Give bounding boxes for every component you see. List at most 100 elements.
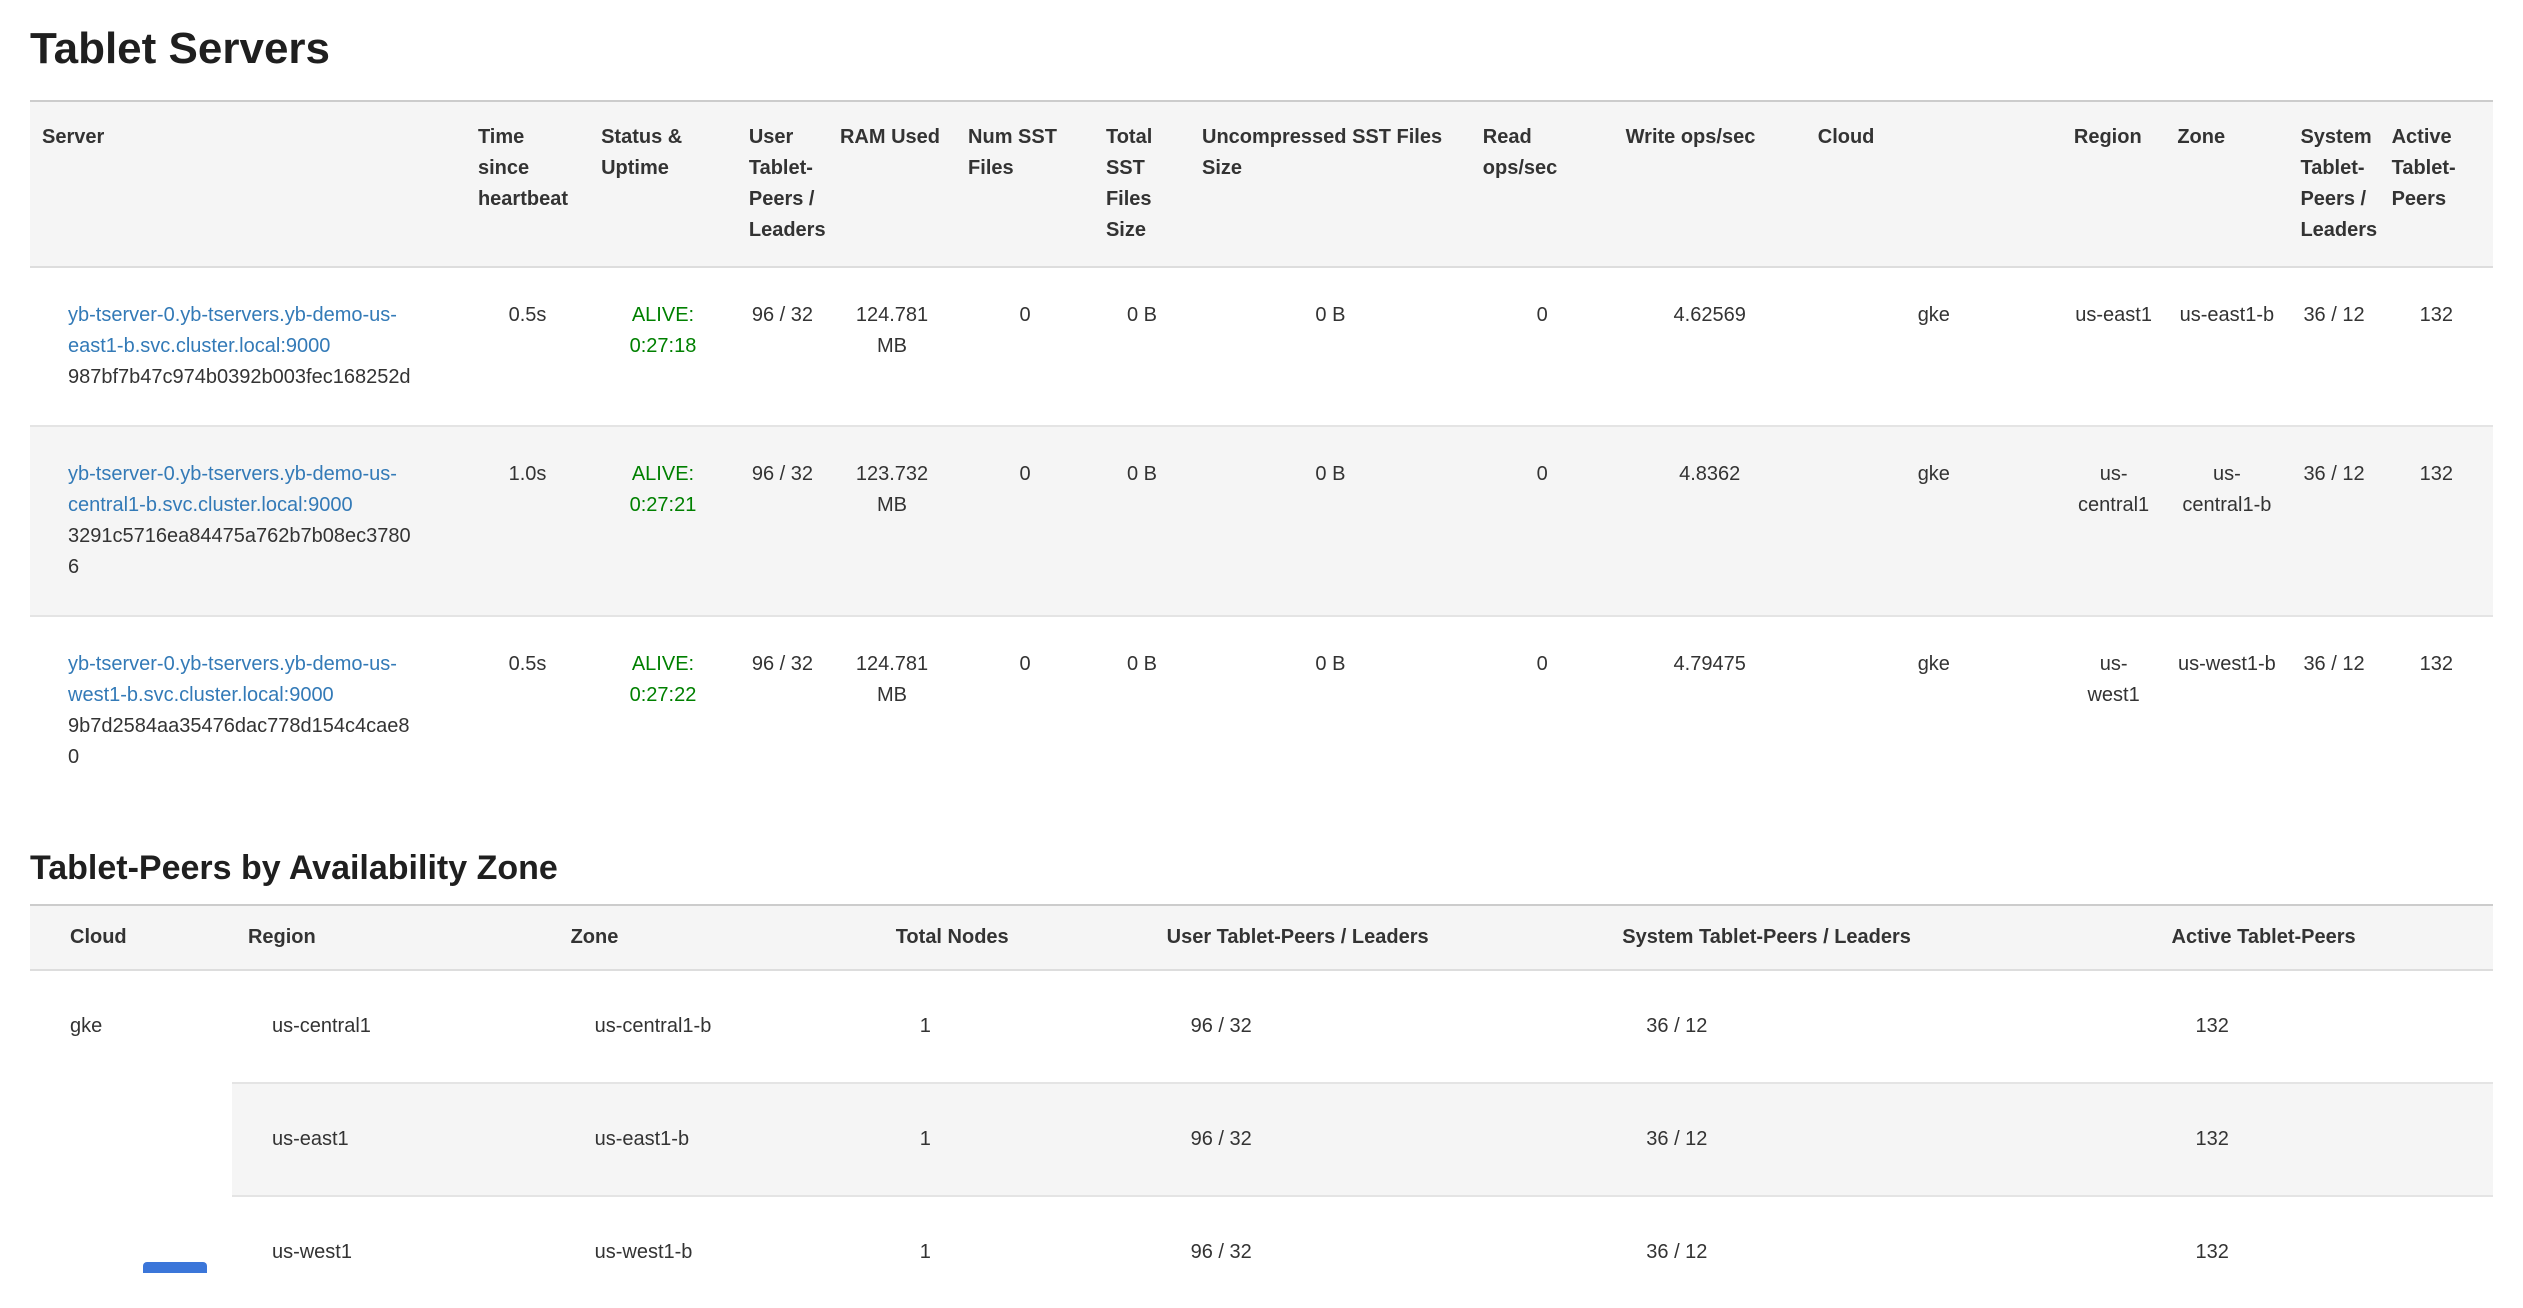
column-header-time-since-heartbeat: Time since heartbeat (466, 101, 589, 267)
total-sst-size-cell: 0 B (1094, 616, 1190, 805)
column-header-user-tablet-peers: User Tablet-Peers / Leaders (737, 101, 828, 267)
tablet-servers-table: Server Time since heartbeat Status & Upt… (30, 100, 2493, 805)
zone-cell: us-west1-b (2165, 616, 2288, 805)
status-cell: ALIVE: 0:27:18 (589, 267, 737, 426)
active-tablet-peers-cell: 132 (2156, 970, 2493, 1083)
active-tablet-peers-cell: 132 (2380, 267, 2493, 426)
num-sst-files-cell: 0 (956, 616, 1094, 805)
total-sst-size-cell: 0 B (1094, 426, 1190, 616)
server-cell: yb-tserver-0.yb-tservers.yb-demo-us-cent… (30, 426, 466, 616)
user-tablet-peers-cell: 96 / 32 (1151, 1083, 1607, 1196)
column-header-cloud: Cloud (1806, 101, 2062, 267)
az-section-title: Tablet-Peers by Availability Zone (30, 849, 2493, 888)
num-sst-files-cell: 0 (956, 267, 1094, 426)
uncompressed-sst-size-cell: 0 B (1190, 616, 1471, 805)
zone-cell: us-east1-b (555, 1083, 880, 1196)
user-tablet-peers-cell: 96 / 32 (737, 426, 828, 616)
partial-blue-element[interactable] (143, 1262, 207, 1273)
heartbeat-cell: 0.5s (466, 267, 589, 426)
column-header-system-tablet-peers: System Tablet-Peers / Leaders (2288, 101, 2379, 267)
system-tablet-peers-cell: 36 / 12 (1606, 1196, 2155, 1308)
active-tablet-peers-cell: 132 (2156, 1196, 2493, 1308)
tserver-row: yb-tserver-0.yb-tservers.yb-demo-us-cent… (30, 426, 2493, 616)
read-ops-cell: 0 (1471, 616, 1614, 805)
system-tablet-peers-cell: 36 / 12 (2288, 267, 2379, 426)
cloud-cell: gke (1806, 267, 2062, 426)
uncompressed-sst-size-cell: 0 B (1190, 426, 1471, 616)
active-tablet-peers-cell: 132 (2156, 1083, 2493, 1196)
status-cell: ALIVE: 0:27:21 (589, 426, 737, 616)
cloud-cell: gke (1806, 426, 2062, 616)
column-header-total-nodes: Total Nodes (880, 905, 1151, 970)
system-tablet-peers-cell: 36 / 12 (2288, 426, 2379, 616)
tserver-row: yb-tserver-0.yb-tservers.yb-demo-us-west… (30, 616, 2493, 805)
total-nodes-cell: 1 (880, 1083, 1151, 1196)
tserver-uuid: 3291c5716ea84475a762b7b08ec37806 (68, 521, 416, 583)
system-tablet-peers-cell: 36 / 12 (1606, 970, 2155, 1083)
zone-cell: us-west1-b (555, 1196, 880, 1308)
column-header-write-ops: Write ops/sec (1614, 101, 1806, 267)
zone-cell: us-central1-b (2165, 426, 2288, 616)
column-header-active-tablet-peers: Active Tablet-Peers (2156, 905, 2493, 970)
tserver-uuid: 987bf7b47c974b0392b003fec168252d (68, 362, 416, 393)
column-header-system-tablet-peers: System Tablet-Peers / Leaders (1606, 905, 2155, 970)
tserver-link[interactable]: yb-tserver-0.yb-tservers.yb-demo-us-east… (68, 300, 416, 362)
server-cell: yb-tserver-0.yb-tservers.yb-demo-us-west… (30, 616, 466, 805)
num-sst-files-cell: 0 (956, 426, 1094, 616)
tserver-link[interactable]: yb-tserver-0.yb-tservers.yb-demo-us-cent… (68, 459, 416, 521)
column-header-region: Region (232, 905, 555, 970)
tablet-servers-header-row: Server Time since heartbeat Status & Upt… (30, 101, 2493, 267)
column-header-ram-used: RAM Used (828, 101, 956, 267)
system-tablet-peers-cell: 36 / 12 (1606, 1083, 2155, 1196)
region-cell: us-east1 (2062, 267, 2165, 426)
total-nodes-cell: 1 (880, 1196, 1151, 1308)
zone-cell: us-central1-b (555, 970, 880, 1083)
read-ops-cell: 0 (1471, 426, 1614, 616)
az-row: gke us-central1 us-central1-b 1 96 / 32 … (30, 970, 2493, 1083)
az-row: us-east1 us-east1-b 1 96 / 32 36 / 12 13… (30, 1083, 2493, 1196)
write-ops-cell: 4.8362 (1614, 426, 1806, 616)
cloud-cell: gke (30, 970, 232, 1308)
column-header-zone: Zone (2165, 101, 2288, 267)
az-header-row: Cloud Region Zone Total Nodes User Table… (30, 905, 2493, 970)
column-header-server: Server (30, 101, 466, 267)
column-header-cloud: Cloud (30, 905, 232, 970)
uncompressed-sst-size-cell: 0 B (1190, 267, 1471, 426)
tserver-uuid: 9b7d2584aa35476dac778d154c4cae80 (68, 711, 416, 773)
region-cell: us-central1 (232, 970, 555, 1083)
server-cell: yb-tserver-0.yb-tservers.yb-demo-us-east… (30, 267, 466, 426)
ram-used-cell: 124.781 MB (828, 616, 956, 805)
heartbeat-cell: 0.5s (466, 616, 589, 805)
status-cell: ALIVE: 0:27:22 (589, 616, 737, 805)
heartbeat-cell: 1.0s (466, 426, 589, 616)
ram-used-cell: 124.781 MB (828, 267, 956, 426)
column-header-zone: Zone (555, 905, 880, 970)
page-container: Tablet Servers Server Time since heartbe… (0, 0, 2523, 1308)
column-header-status-uptime: Status & Uptime (589, 101, 737, 267)
region-cell: us-west1 (232, 1196, 555, 1308)
zone-cell: us-east1-b (2165, 267, 2288, 426)
column-header-num-sst-files: Num SST Files (956, 101, 1094, 267)
region-cell: us-central1 (2062, 426, 2165, 616)
column-header-active-tablet-peers: Active Tablet-Peers (2380, 101, 2493, 267)
read-ops-cell: 0 (1471, 267, 1614, 426)
total-sst-size-cell: 0 B (1094, 267, 1190, 426)
write-ops-cell: 4.62569 (1614, 267, 1806, 426)
user-tablet-peers-cell: 96 / 32 (737, 267, 828, 426)
tserver-row: yb-tserver-0.yb-tservers.yb-demo-us-east… (30, 267, 2493, 426)
page-title: Tablet Servers (30, 24, 2493, 74)
active-tablet-peers-cell: 132 (2380, 616, 2493, 805)
az-row: us-west1 us-west1-b 1 96 / 32 36 / 12 13… (30, 1196, 2493, 1308)
total-nodes-cell: 1 (880, 970, 1151, 1083)
column-header-read-ops: Read ops/sec (1471, 101, 1614, 267)
user-tablet-peers-cell: 96 / 32 (1151, 1196, 1607, 1308)
active-tablet-peers-cell: 132 (2380, 426, 2493, 616)
ram-used-cell: 123.732 MB (828, 426, 956, 616)
region-cell: us-east1 (232, 1083, 555, 1196)
column-header-user-tablet-peers: User Tablet-Peers / Leaders (1151, 905, 1607, 970)
az-table: Cloud Region Zone Total Nodes User Table… (30, 904, 2493, 1308)
cloud-cell: gke (1806, 616, 2062, 805)
column-header-uncompressed-sst-files-size: Uncompressed SST Files Size (1190, 101, 1471, 267)
tserver-link[interactable]: yb-tserver-0.yb-tservers.yb-demo-us-west… (68, 649, 416, 711)
user-tablet-peers-cell: 96 / 32 (737, 616, 828, 805)
